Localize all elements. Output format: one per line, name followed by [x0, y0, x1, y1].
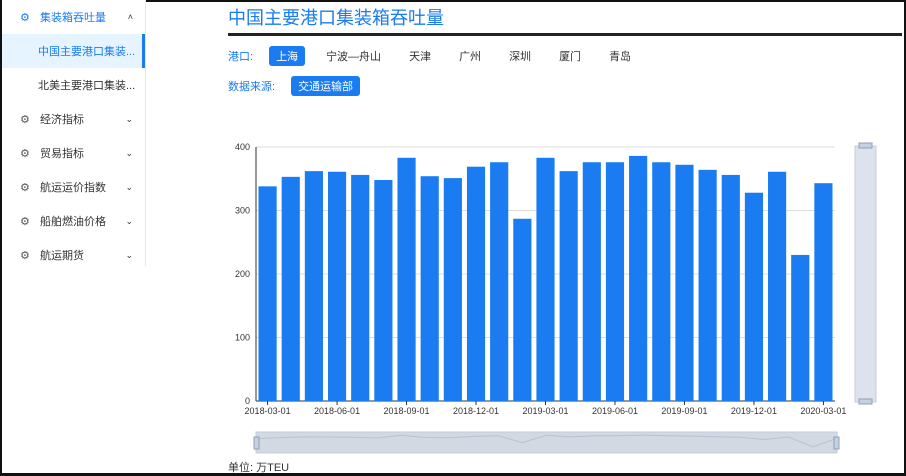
- y-tick-label: 200: [235, 269, 250, 279]
- bar-chart: 0 100 200 300 400 2018-03-01 2018-06-01 2018-09…: [235, 142, 877, 454]
- bar[interactable]: [605, 162, 625, 401]
- slider-handle-left[interactable]: [253, 436, 260, 450]
- bar[interactable]: [281, 176, 300, 401]
- bar[interactable]: [420, 176, 439, 401]
- bar[interactable]: [258, 186, 277, 401]
- vertical-zoom-slider[interactable]: [854, 145, 877, 403]
- slider-handle-top[interactable]: [858, 142, 873, 149]
- x-tick-label: 2019-03-01: [522, 406, 568, 416]
- bar[interactable]: [721, 174, 740, 401]
- bar[interactable]: [582, 162, 601, 401]
- bar[interactable]: [443, 178, 462, 401]
- bar[interactable]: [791, 254, 810, 401]
- x-tick-label: 2019-06-01: [592, 406, 638, 416]
- slider-handle-bottom[interactable]: [858, 398, 873, 405]
- bar[interactable]: [814, 183, 833, 401]
- x-tick-label: 2018-09-01: [384, 406, 430, 416]
- x-tick-label: 2018-03-01: [245, 406, 291, 416]
- y-tick-label: 400: [235, 142, 250, 152]
- bar[interactable]: [768, 171, 787, 401]
- bar[interactable]: [466, 166, 486, 401]
- bar[interactable]: [744, 192, 764, 401]
- y-tick-label: 100: [235, 333, 250, 343]
- slider-handle-right[interactable]: [833, 436, 840, 450]
- x-tick-label: 2020-03-01: [800, 406, 846, 416]
- y-tick-label: 300: [235, 206, 250, 216]
- x-tick-label: 2019-12-01: [731, 406, 777, 416]
- bar[interactable]: [559, 171, 578, 401]
- unit-label: 单位: 万TEU: [228, 462, 290, 474]
- bar[interactable]: [397, 157, 416, 401]
- bar[interactable]: [652, 162, 671, 401]
- bar[interactable]: [536, 157, 555, 401]
- x-tick-label: 2018-06-01: [314, 406, 360, 416]
- bar[interactable]: [490, 162, 509, 401]
- bar[interactable]: [374, 180, 393, 401]
- bar[interactable]: [513, 218, 532, 401]
- bar[interactable]: [304, 171, 323, 401]
- bar[interactable]: [351, 174, 370, 401]
- bar[interactable]: [327, 171, 347, 401]
- x-tick-label: 2018-12-01: [453, 406, 499, 416]
- bar[interactable]: [675, 164, 694, 401]
- x-tick-label: 2019-09-01: [661, 406, 707, 416]
- y-tick-label: 0: [245, 396, 250, 406]
- bar[interactable]: [629, 155, 648, 401]
- bar[interactable]: [698, 169, 717, 401]
